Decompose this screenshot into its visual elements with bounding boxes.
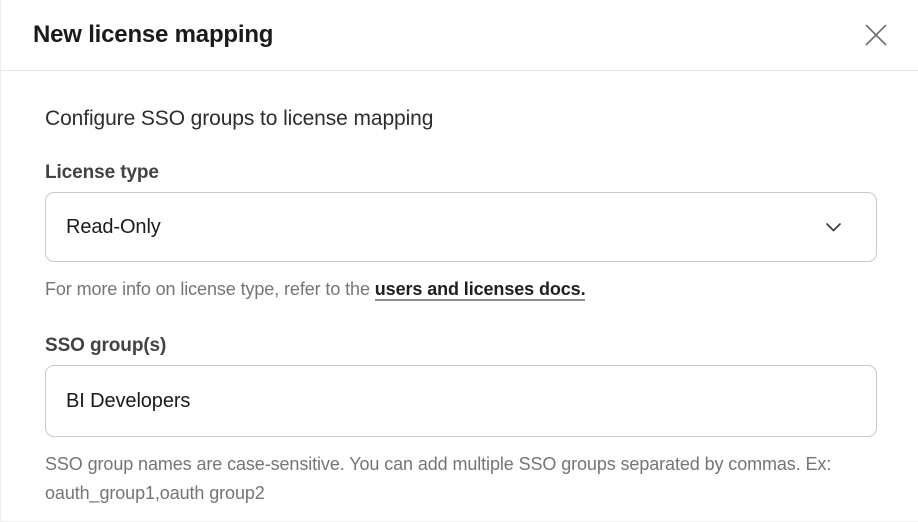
new-license-mapping-dialog: New license mapping Configure SSO groups… [0, 0, 918, 522]
license-type-selected-value: Read-Only [66, 216, 161, 239]
dialog-header: New license mapping [1, 0, 918, 71]
sso-groups-label: SSO group(s) [45, 335, 877, 357]
dialog-body: Configure SSO groups to license mapping … [1, 71, 918, 508]
sso-groups-input[interactable] [45, 365, 877, 437]
license-type-select[interactable]: Read-Only [45, 192, 877, 262]
license-type-help: For more info on license type, refer to … [45, 275, 877, 304]
sso-groups-help: SSO group names are case-sensitive. You … [45, 450, 835, 508]
users-licenses-docs-link[interactable]: users and licenses docs. [375, 279, 586, 301]
license-type-help-prefix: For more info on license type, refer to … [45, 279, 375, 299]
chevron-down-icon [826, 223, 841, 232]
close-button[interactable] [858, 17, 894, 53]
dialog-title: New license mapping [33, 21, 273, 49]
form-heading: Configure SSO groups to license mapping [45, 107, 877, 131]
license-type-label: License type [45, 162, 877, 184]
close-icon [863, 22, 889, 48]
